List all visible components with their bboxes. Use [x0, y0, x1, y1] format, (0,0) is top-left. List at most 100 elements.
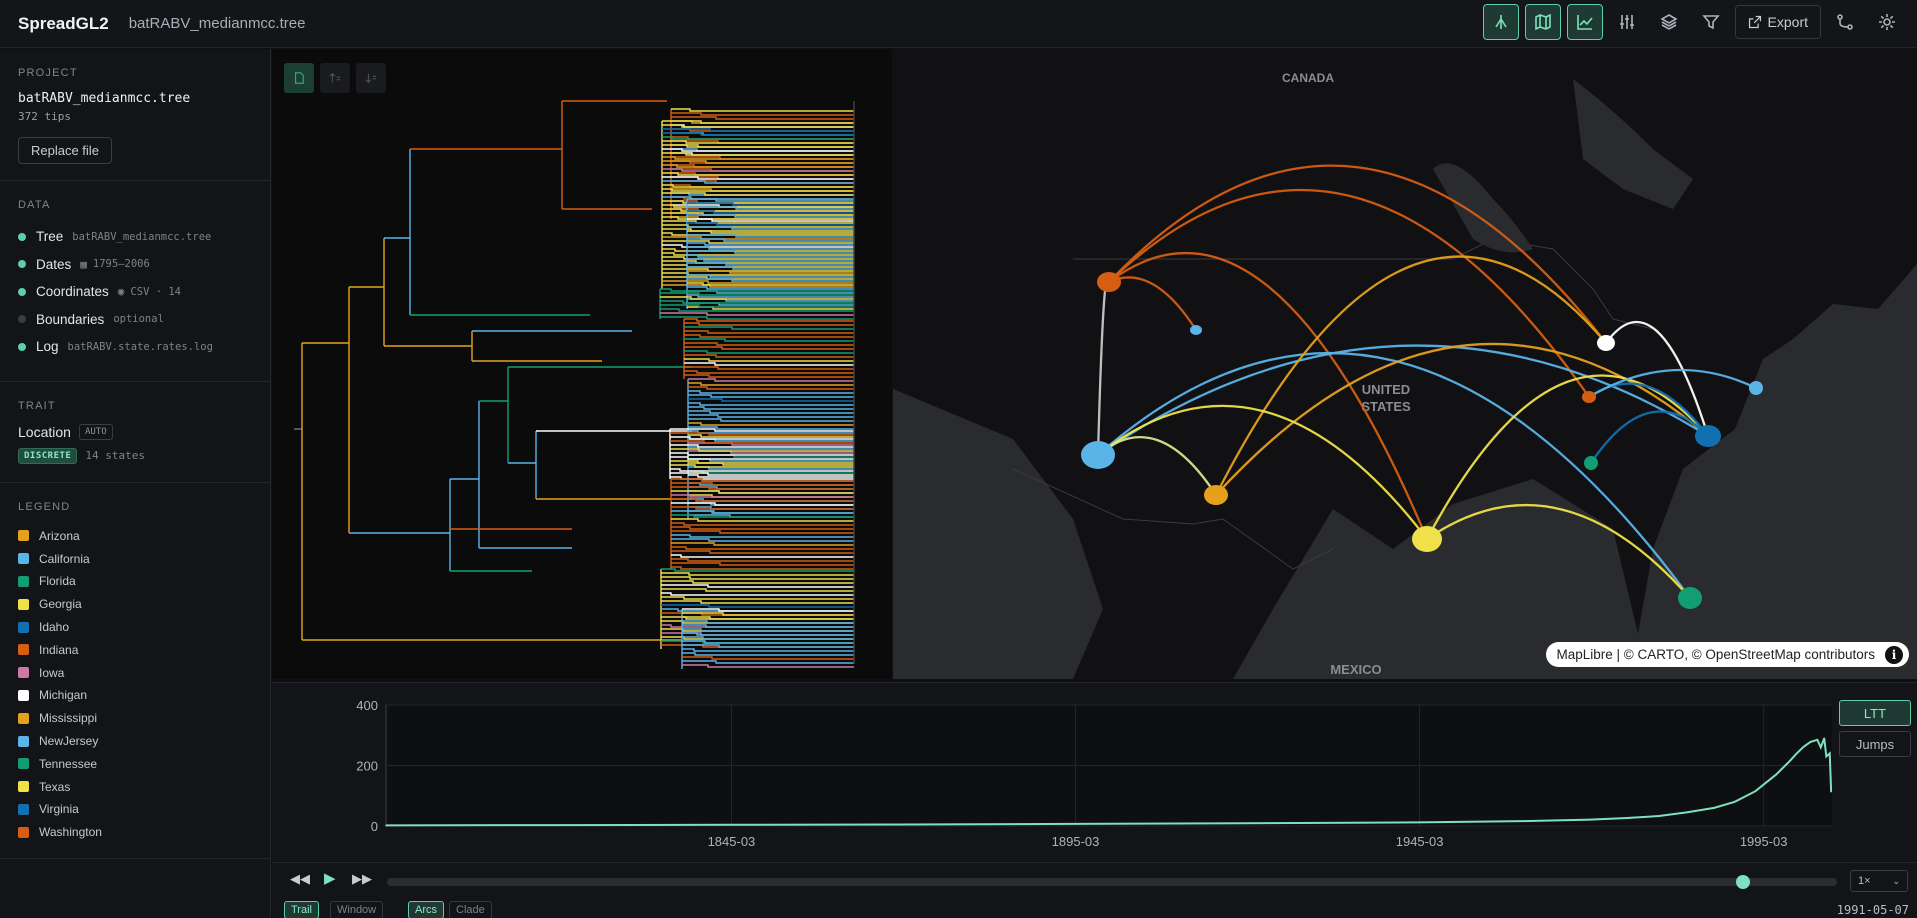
section-title: PROJECT — [18, 67, 78, 79]
map-view-toggle[interactable] — [1524, 4, 1561, 40]
location-node[interactable] — [1412, 526, 1442, 552]
tree-branch — [688, 422, 854, 426]
legend-item[interactable]: Iowa — [18, 661, 252, 684]
fast-forward-icon[interactable]: ▶▶ — [352, 871, 372, 887]
data-row[interactable]: Log batRABV.state.rates.log — [18, 333, 252, 361]
settings-button[interactable] — [1869, 4, 1905, 40]
tree-branch — [684, 350, 854, 354]
legend-label: Indiana — [39, 642, 79, 657]
chart-icon — [1576, 15, 1593, 30]
legend-item[interactable]: Texas — [18, 775, 252, 798]
tree-branch — [661, 588, 854, 592]
ltt-point — [1658, 815, 1660, 817]
window-toggle[interactable]: Window — [330, 901, 384, 918]
trait-row[interactable]: Location AUTO — [18, 423, 252, 440]
data-row-meta: batRABV.state.rates.log — [68, 341, 213, 353]
data-row-meta: optional — [113, 313, 164, 325]
tree-view-toggle[interactable] — [1482, 4, 1519, 40]
speed-select[interactable]: 1× ⌄ — [1850, 870, 1908, 892]
play-icon[interactable]: ▶ — [324, 869, 336, 887]
location-node[interactable] — [1097, 272, 1121, 292]
arcs-toggle[interactable]: Arcs — [408, 901, 444, 918]
timeline-slider[interactable] — [387, 875, 1837, 889]
location-node[interactable] — [1582, 391, 1596, 403]
export-button[interactable]: Export — [1734, 5, 1821, 39]
legend-item[interactable]: Washington — [18, 821, 252, 844]
location-node[interactable] — [1584, 456, 1598, 470]
location-node[interactable] — [1695, 425, 1721, 447]
legend-item[interactable]: NewJersey — [18, 730, 252, 753]
ltt-point — [1245, 822, 1247, 825]
tree-branch — [682, 648, 854, 652]
legend-label: Florida — [39, 574, 76, 589]
legend-item[interactable]: Georgia — [18, 593, 252, 616]
legend-label: NewJersey — [39, 734, 99, 749]
tree-branch — [661, 584, 854, 588]
legend-item[interactable]: Mississippi — [18, 707, 252, 730]
rewind-icon[interactable]: ◀◀ — [290, 871, 310, 887]
map-canvas[interactable]: CANADA UNITED STATES MEXICO — [893, 49, 1917, 679]
app-name: SpreadGL2 — [18, 13, 109, 33]
tree-branch — [684, 366, 854, 370]
legend-item[interactable]: Michigan — [18, 684, 252, 707]
location-node[interactable] — [1190, 325, 1202, 335]
data-row[interactable]: Dates ▦ 1795–2006 — [18, 251, 252, 279]
attribution-text: MapLibre | © CARTO, © OpenStreetMap cont… — [1556, 647, 1875, 662]
legend-label: Georgia — [39, 597, 82, 612]
ltt-button[interactable]: LTT — [1839, 700, 1911, 726]
tree-branch — [684, 322, 854, 326]
trait-name: Location — [18, 423, 71, 440]
tree-layout-button[interactable] — [284, 63, 314, 93]
replace-file-button[interactable]: Replace file — [18, 137, 112, 164]
phylogenetic-tree[interactable] — [272, 49, 892, 679]
filter-button[interactable] — [1693, 4, 1729, 40]
tree-branch — [688, 386, 854, 390]
legend-swatch — [18, 758, 29, 770]
info-icon[interactable]: i — [1885, 646, 1903, 664]
legend-item[interactable]: Florida — [18, 570, 252, 593]
location-node[interactable] — [1678, 587, 1702, 609]
external-link-icon — [1748, 15, 1761, 29]
tree-branch — [661, 600, 854, 604]
trait-kind-row: DISCRETE 14 states — [18, 447, 252, 464]
ltt-point — [1802, 745, 1805, 748]
trail-toggle[interactable]: Trail — [284, 901, 319, 918]
tree-branch — [684, 354, 854, 358]
ltt-point — [1816, 738, 1819, 741]
ltt-point — [1825, 755, 1828, 758]
location-node[interactable] — [1204, 485, 1228, 505]
map-panel[interactable]: CANADA UNITED STATES MEXICO MapLibre | © CA… — [893, 49, 1917, 679]
chart-view-toggle[interactable] — [1566, 4, 1603, 40]
section-title: DATA — [18, 199, 51, 211]
status-dot — [18, 287, 26, 296]
sort-descending-button[interactable] — [356, 63, 386, 93]
legend-item[interactable]: Virginia — [18, 798, 252, 821]
section-title: TRAIT — [18, 399, 56, 412]
legend-item[interactable]: Indiana — [18, 638, 252, 661]
graph-button[interactable] — [1827, 4, 1863, 40]
settings-sliders-button[interactable] — [1609, 4, 1645, 40]
data-row[interactable]: Boundaries optional — [18, 306, 252, 334]
legend-label: Tennessee — [39, 756, 98, 771]
toolbar: Export — [1482, 4, 1905, 40]
layers-button[interactable] — [1651, 4, 1687, 40]
legend-label: Iowa — [39, 665, 65, 680]
legend-item[interactable]: California — [18, 547, 252, 570]
tree-panel[interactable] — [272, 49, 892, 679]
slider-handle[interactable] — [1735, 875, 1750, 889]
legend-item[interactable]: Idaho — [18, 616, 252, 639]
legend-item[interactable]: Arizona — [18, 525, 252, 548]
data-row[interactable]: Coordinates ◉ CSV · 14 — [18, 278, 252, 306]
location-node[interactable] — [1597, 335, 1615, 351]
jumps-button[interactable]: Jumps — [1839, 731, 1911, 757]
location-node[interactable] — [1081, 441, 1115, 469]
data-row[interactable]: Tree batRABV_medianmcc.tree — [18, 223, 252, 251]
sort-ascending-button[interactable] — [320, 63, 350, 93]
tree-branch — [671, 502, 854, 506]
legend-item[interactable]: Tennessee — [18, 752, 252, 775]
filter-icon — [1701, 15, 1720, 30]
location-node[interactable] — [1749, 381, 1763, 395]
tree-branch — [682, 664, 854, 668]
clade-toggle[interactable]: Clade — [449, 901, 492, 918]
ltt-point — [1775, 773, 1777, 776]
